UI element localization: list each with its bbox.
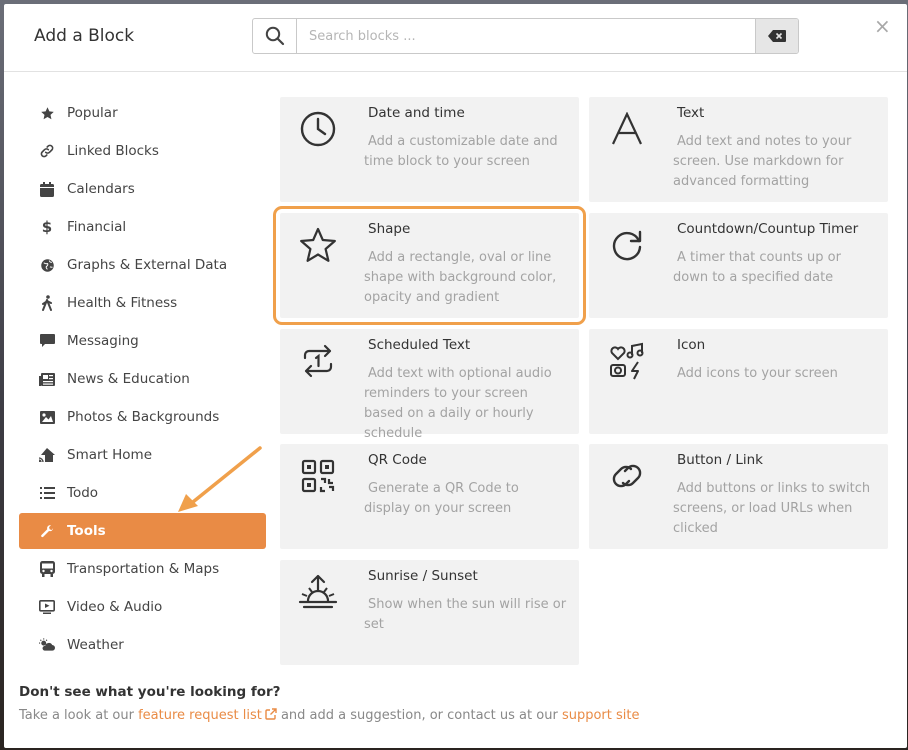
sidebar-item-linked-blocks[interactable]: Linked Blocks — [19, 133, 266, 169]
modal-title: Add a Block — [34, 26, 135, 46]
footer-title: Don't see what you're looking for? — [19, 684, 281, 700]
sidebar-item-label: Photos & Backgrounds — [67, 409, 220, 425]
search-icon — [265, 26, 284, 46]
sunrise-icon — [298, 572, 338, 612]
block-title: Icon — [677, 337, 706, 353]
sidebar-item-popular[interactable]: Popular — [19, 95, 266, 131]
block-card-date-and-time[interactable]: Date and time Add a customizable date an… — [280, 97, 579, 202]
sidebar-item-health-fitness[interactable]: Health & Fitness — [19, 285, 266, 321]
block-card-text[interactable]: Text Add text and notes to your screen. … — [589, 97, 888, 202]
external-link-icon[interactable] — [265, 708, 277, 720]
dollar-icon: $ — [41, 218, 53, 236]
footer-text: Take a look at our feature request list … — [19, 708, 640, 723]
sidebar-item-label: Popular — [67, 105, 118, 121]
block-description: Generate a QR Code to display on your sc… — [364, 481, 519, 516]
image-icon — [39, 409, 55, 425]
close-button[interactable]: × — [874, 16, 891, 36]
sidebar-item-label: Calendars — [67, 181, 135, 197]
block-title: Sunrise / Sunset — [368, 568, 478, 584]
star-outline-icon — [298, 225, 338, 265]
block-title: QR Code — [368, 452, 427, 468]
sidebar-item-label: Video & Audio — [67, 599, 163, 615]
smart-home-icon — [39, 447, 55, 463]
add-block-modal: Add a Block × Popular — [4, 4, 907, 748]
wrench-icon — [39, 523, 55, 539]
block-description: Add a customizable date and time block t… — [364, 134, 558, 169]
category-sidebar: Popular Linked Blocks Calendars $ Financ… — [19, 95, 266, 665]
block-card-scheduled-text[interactable]: Scheduled Text Add text with optional au… — [280, 329, 579, 441]
sidebar-item-financial[interactable]: $ Financial — [19, 209, 266, 245]
clock-icon — [298, 109, 338, 149]
redo-icon — [607, 225, 647, 265]
bus-icon — [39, 561, 55, 577]
block-title: Scheduled Text — [368, 337, 471, 353]
sidebar-item-label: Messaging — [67, 333, 139, 349]
block-title: Countdown/Countup Timer — [677, 221, 859, 237]
sidebar-item-label: News & Education — [67, 371, 190, 387]
tv-icon — [39, 599, 55, 615]
sidebar-item-news-education[interactable]: News & Education — [19, 361, 266, 397]
sidebar-item-messaging[interactable]: Messaging — [19, 323, 266, 359]
clear-search-button[interactable] — [755, 19, 798, 53]
text-a-icon — [607, 109, 647, 149]
list-icon — [39, 485, 55, 501]
block-title: Shape — [368, 221, 411, 237]
block-description: Add icons to your screen — [677, 366, 838, 381]
block-description: Add text with optional audio reminders t… — [364, 366, 552, 441]
sidebar-item-label: Todo — [67, 485, 99, 501]
block-title: Button / Link — [677, 452, 763, 468]
weather-icon — [39, 637, 55, 653]
sidebar-item-label: Linked Blocks — [67, 143, 159, 159]
block-card-sunrise-sunset[interactable]: Sunrise / Sunset Show when the sun will … — [280, 560, 579, 665]
block-description: Show when the sun will rise or set — [364, 597, 567, 632]
newspaper-icon — [39, 371, 55, 387]
sidebar-item-graphs-external-data[interactable]: Graphs & External Data — [19, 247, 266, 283]
modal-header: Add a Block × — [4, 4, 907, 72]
qr-code-icon — [298, 456, 338, 496]
backspace-icon — [768, 30, 786, 42]
sidebar-item-tools[interactable]: Tools — [19, 513, 266, 549]
block-card-icon[interactable]: Icon Add icons to your screen — [589, 329, 888, 434]
walking-icon — [39, 295, 55, 311]
sidebar-item-label: Transportation & Maps — [67, 561, 220, 577]
link-chain-icon — [607, 456, 647, 496]
block-card-shape[interactable]: Shape Add a rectangle, oval or line shap… — [273, 206, 586, 325]
block-card-qr-code[interactable]: QR Code Generate a QR Code to display on… — [280, 444, 579, 549]
feature-request-link[interactable]: feature request list — [138, 708, 262, 723]
support-site-link[interactable]: support site — [562, 708, 640, 723]
repeat-one-icon — [298, 341, 338, 381]
sidebar-item-transportation-maps[interactable]: Transportation & Maps — [19, 551, 266, 587]
sidebar-item-label: Health & Fitness — [67, 295, 178, 311]
sidebar-item-weather[interactable]: Weather — [19, 627, 266, 663]
calendar-icon — [39, 181, 55, 197]
star-icon — [39, 105, 55, 121]
globe-icon — [39, 257, 55, 273]
annotation-arrow — [178, 446, 262, 512]
sidebar-item-photos-backgrounds[interactable]: Photos & Backgrounds — [19, 399, 266, 435]
sidebar-item-calendars[interactable]: Calendars — [19, 171, 266, 207]
sidebar-item-label: Weather — [67, 637, 124, 653]
block-description: Add text and notes to your screen. Use m… — [673, 134, 852, 189]
icons-icon — [607, 341, 647, 381]
sidebar-item-label: Smart Home — [67, 447, 152, 463]
sidebar-item-label: Financial — [67, 219, 127, 235]
block-title: Date and time — [368, 105, 465, 121]
sidebar-item-video-audio[interactable]: Video & Audio — [19, 589, 266, 625]
block-description: A timer that counts up or down to a spec… — [673, 250, 841, 285]
search-button[interactable] — [253, 19, 297, 53]
search-input[interactable] — [297, 19, 757, 53]
block-description: Add buttons or links to switch screens, … — [673, 481, 871, 536]
sidebar-item-label: Tools — [67, 523, 106, 539]
sidebar-item-label: Graphs & External Data — [67, 257, 228, 273]
link-icon — [39, 143, 55, 159]
block-card-countdown-timer[interactable]: Countdown/Countup Timer A timer that cou… — [589, 213, 888, 318]
modal-footer: Don't see what you're looking for? Take … — [19, 684, 639, 723]
block-description: Add a rectangle, oval or line shape with… — [364, 250, 557, 305]
block-title: Text — [677, 105, 705, 121]
block-card-button-link[interactable]: Button / Link Add buttons or links to sw… — [589, 444, 888, 549]
message-icon — [39, 333, 55, 349]
search-bar — [252, 18, 799, 54]
